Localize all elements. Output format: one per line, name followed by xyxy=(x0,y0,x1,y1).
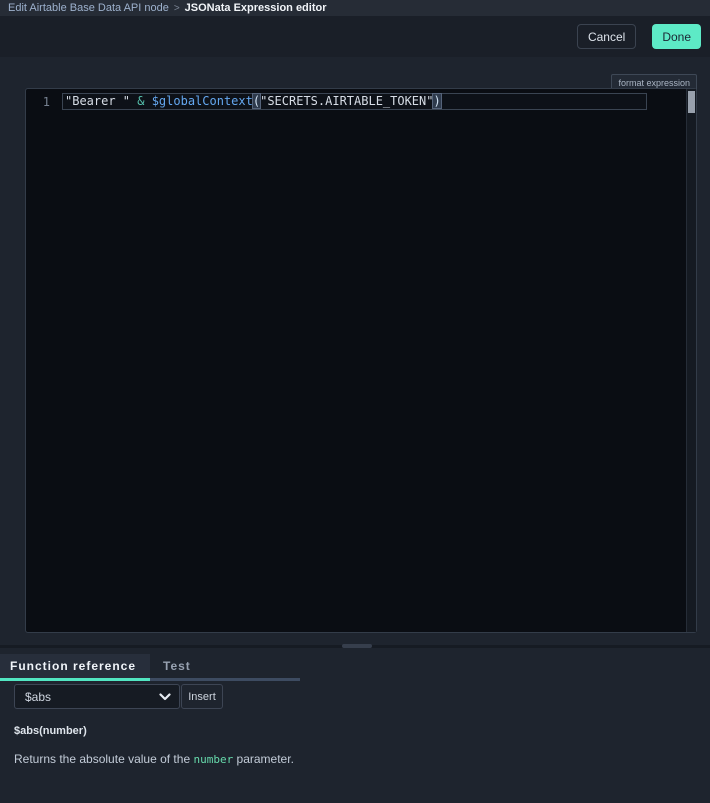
jsonata-expression-editor-window: Edit Airtable Base Data API node > JSONa… xyxy=(0,0,710,803)
toolbar: Cancel Done xyxy=(0,16,710,57)
tab-test[interactable]: Test xyxy=(150,654,191,678)
function-select-dropdown[interactable]: $abs xyxy=(14,684,180,709)
function-signature: $abs(number) xyxy=(14,725,87,737)
panel-resize-handle[interactable] xyxy=(342,644,372,648)
done-button[interactable]: Done xyxy=(652,24,701,49)
breadcrumb-current-page: JSONata Expression editor xyxy=(185,2,327,14)
code-token-close-paren: ) xyxy=(433,94,440,108)
code-token-function: $globalContext xyxy=(152,94,253,108)
breadcrumb-separator: > xyxy=(174,3,180,14)
code-token-string-arg: "SECRETS.AIRTABLE_TOKEN" xyxy=(260,94,433,108)
code-token-open-paren: ( xyxy=(253,94,260,108)
editor-code-area[interactable]: "Bearer " & $globalContext("SECRETS.AIRT… xyxy=(62,89,686,632)
cancel-button[interactable]: Cancel xyxy=(577,24,636,49)
text-cursor xyxy=(441,95,442,107)
insert-button[interactable]: Insert xyxy=(181,684,223,709)
line-number: 1 xyxy=(26,94,62,110)
tab-strip-underline xyxy=(150,678,300,681)
code-line-active[interactable]: "Bearer " & $globalContext("SECRETS.AIRT… xyxy=(62,93,647,110)
function-select-value: $abs xyxy=(25,690,51,704)
active-tab-underline xyxy=(0,678,150,681)
editor-scrollbar-thumb[interactable] xyxy=(688,91,695,113)
description-text-before: Returns the absolute value of the xyxy=(14,752,193,766)
code-token-string: "Bearer " xyxy=(65,94,137,108)
editor-scrollbar[interactable] xyxy=(686,89,696,632)
code-token-operator: & xyxy=(137,94,151,108)
editor-gutter: 1 xyxy=(26,89,62,632)
tab-function-reference[interactable]: Function reference xyxy=(0,654,150,678)
bottom-panel-tabs: Function reference Test xyxy=(0,654,191,678)
description-param-code: number xyxy=(193,753,233,766)
chevron-down-icon xyxy=(159,693,171,701)
function-description: Returns the absolute value of the number… xyxy=(14,752,294,766)
code-editor[interactable]: 1 "Bearer " & $globalContext("SECRETS.AI… xyxy=(25,88,697,633)
description-text-after: parameter. xyxy=(233,752,294,766)
breadcrumb-parent-node[interactable]: Edit Airtable Base Data API node xyxy=(8,2,169,14)
breadcrumb: Edit Airtable Base Data API node > JSONa… xyxy=(0,0,710,16)
